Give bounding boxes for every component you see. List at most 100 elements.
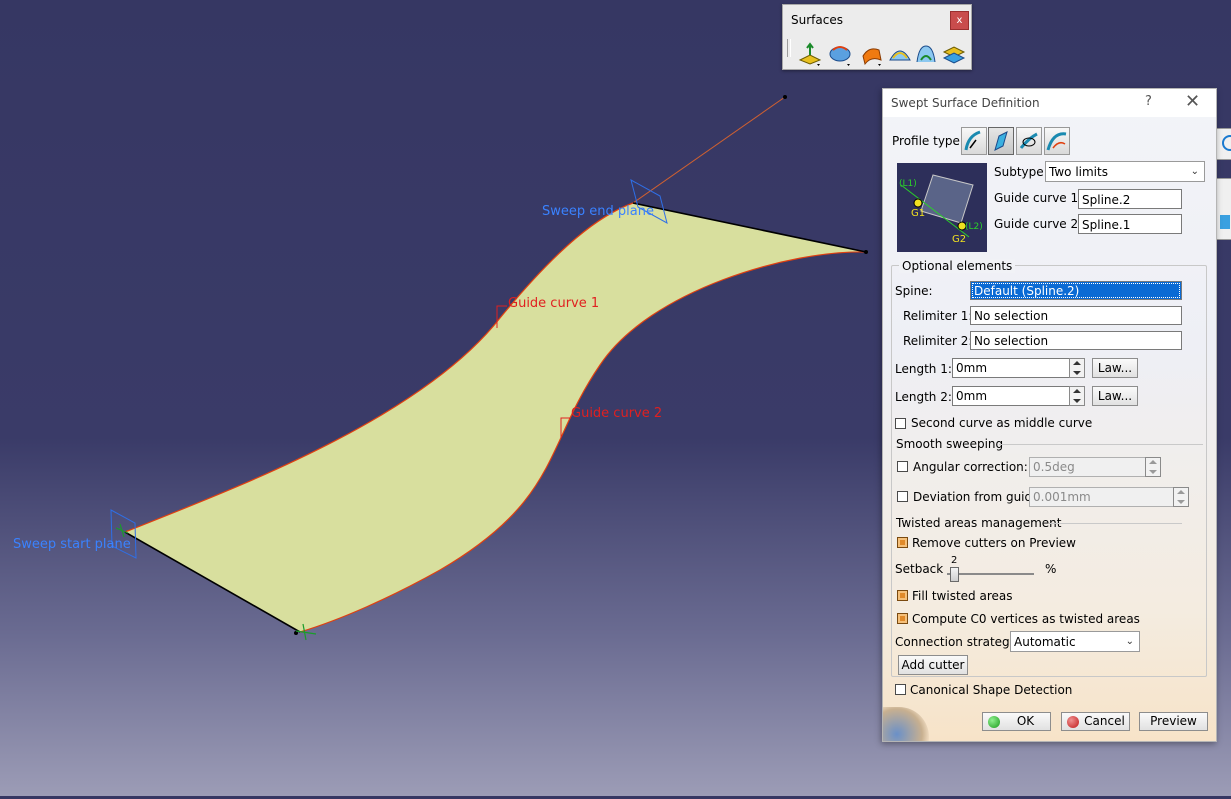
cancel-icon	[1067, 716, 1079, 728]
setback-percent: %	[1045, 562, 1057, 576]
deviation-checkbox[interactable]	[897, 491, 908, 502]
connection-strategy-label: Connection strategy:	[895, 635, 1020, 649]
profile-type-label: Profile type:	[892, 134, 964, 148]
optional-elements-title: Optional elements	[899, 259, 1016, 273]
offset-icon[interactable]	[941, 42, 967, 66]
twisted-areas-separator	[1049, 523, 1182, 524]
spine-label: Spine:	[895, 284, 933, 298]
guide-curve-2-field[interactable]: Spline.1	[1078, 214, 1182, 234]
length-2-field[interactable]: 0mm	[952, 386, 1070, 406]
surfaces-toolbar[interactable]: Surfaces x	[782, 4, 972, 70]
guide-curve-2-field-label: Guide curve 2:	[994, 217, 1083, 231]
chevron-down-icon: ⌄	[1190, 166, 1199, 177]
connection-strategy-value: Automatic	[1014, 635, 1076, 649]
close-button[interactable]: ✕	[1185, 91, 1200, 112]
catia-logo-swirl	[883, 707, 929, 741]
help-button[interactable]: ?	[1145, 94, 1152, 109]
toolbar-close-button[interactable]: x	[950, 11, 969, 30]
remove-cutters-label: Remove cutters on Preview	[912, 536, 1076, 550]
profile-circle-button[interactable]	[1016, 127, 1042, 155]
subtype-preview-image: (L1) (L2) G1 G2	[897, 163, 987, 252]
fill-twisted-label: Fill twisted areas	[912, 589, 1013, 603]
length-1-field[interactable]: 0mm	[952, 358, 1070, 378]
profile-explicit-button[interactable]	[961, 127, 987, 155]
angular-correction-checkbox[interactable]	[897, 461, 908, 472]
deviation-spinner[interactable]	[1173, 487, 1189, 507]
deviation-field[interactable]: 0.001mm	[1029, 487, 1174, 507]
length-1-label: Length 1:	[895, 362, 952, 376]
length-2-law-button[interactable]: Law...	[1092, 386, 1138, 406]
cancel-button[interactable]: Cancel	[1061, 712, 1130, 731]
dialog-title: Swept Surface Definition	[891, 96, 1040, 110]
second-curve-label: Second curve as middle curve	[911, 416, 1093, 430]
compute-c0-label: Compute C0 vertices as twisted areas	[912, 612, 1140, 626]
preview-l2-label: (L2)	[965, 222, 983, 232]
setback-value: 2	[951, 555, 958, 566]
ok-label: OK	[1016, 714, 1035, 728]
end-vertex	[864, 250, 868, 254]
sweep-icon[interactable]	[859, 42, 885, 66]
subtype-select[interactable]: Two limits ⌄	[1045, 161, 1205, 182]
ok-button[interactable]: OK	[982, 712, 1051, 731]
spine-extension-line	[632, 96, 786, 204]
sweep-start-plane-label: Sweep start plane	[13, 537, 131, 552]
preview-l1-label: (L1)	[899, 179, 917, 189]
relimiter-1-label: Relimiter 1:	[903, 309, 973, 323]
partial-toolbar-2[interactable]	[1215, 178, 1231, 240]
add-cutter-button[interactable]: Add cutter	[898, 655, 968, 675]
canonical-shape-label: Canonical Shape Detection	[910, 683, 1073, 697]
partial-toolbar-1[interactable]	[1215, 128, 1231, 160]
length-2-spinner[interactable]	[1069, 386, 1085, 406]
sweep-end-plane-label: Sweep end plane	[542, 204, 654, 219]
swept-surface[interactable]	[125, 203, 866, 632]
second-curve-checkbox[interactable]	[895, 418, 906, 429]
toolbar-title: Surfaces	[791, 13, 843, 27]
preview-button[interactable]: Preview	[1139, 712, 1208, 731]
length-2-label: Length 2:	[895, 390, 952, 404]
guide-curve-2-label: Guide curve 2	[571, 406, 663, 421]
setback-label: Setback	[895, 562, 944, 576]
preview-g2-label: G2	[952, 234, 967, 245]
compute-c0-checkbox[interactable]	[897, 613, 908, 624]
length-1-spinner[interactable]	[1069, 358, 1085, 378]
setback-slider-thumb[interactable]	[950, 567, 960, 582]
fill-icon[interactable]	[887, 42, 913, 66]
swept-surface-dialog[interactable]: Swept Surface Definition ? ✕ Profile typ…	[882, 88, 1217, 742]
profile-conic-button[interactable]	[1044, 127, 1070, 155]
explicit-profile-icon	[964, 130, 981, 151]
twisted-areas-title: Twisted areas management	[896, 516, 1062, 530]
angular-correction-field[interactable]: 0.5deg	[1029, 457, 1146, 477]
guide-curve-1-field-label: Guide curve 1:	[994, 191, 1083, 205]
surface-icon	[1220, 215, 1230, 229]
ok-icon	[988, 716, 1000, 728]
toolbar-grip[interactable]	[787, 39, 791, 57]
angular-correction-label: Angular correction:	[913, 460, 1028, 474]
line-profile-icon	[994, 131, 1008, 151]
subtype-value: Two limits	[1049, 165, 1108, 179]
circle-profile-icon	[1019, 132, 1038, 149]
guide-curve-1-label: Guide curve 1	[508, 296, 600, 311]
smooth-sweeping-title: Smooth sweeping	[896, 437, 1004, 451]
relimiter-1-field[interactable]: No selection	[970, 306, 1182, 325]
preview-g1-label: G1	[911, 208, 926, 219]
blend-icon[interactable]	[913, 42, 939, 66]
relimiter-2-field[interactable]: No selection	[970, 331, 1182, 350]
remove-cutters-checkbox[interactable]	[897, 537, 908, 548]
conic-profile-icon	[1046, 132, 1067, 151]
fill-twisted-checkbox[interactable]	[897, 590, 908, 601]
angular-correction-spinner[interactable]	[1145, 457, 1161, 477]
length-1-law-button[interactable]: Law...	[1092, 358, 1138, 378]
connection-strategy-select[interactable]: Automatic ⌄	[1010, 631, 1140, 652]
revolve-icon[interactable]	[827, 42, 853, 66]
start-marker-icon	[115, 523, 129, 538]
smooth-sweeping-separator	[999, 444, 1203, 445]
profile-line-button[interactable]	[988, 127, 1014, 155]
relimiter-2-label: Relimiter 2:	[903, 334, 973, 348]
setback-slider-track[interactable]	[947, 573, 1034, 575]
chevron-down-icon: ⌄	[1125, 636, 1134, 647]
guide-curve-1-field[interactable]: Spline.2	[1078, 189, 1182, 209]
canonical-shape-checkbox[interactable]	[895, 684, 906, 695]
spine-end-point	[783, 95, 787, 99]
extrude-icon[interactable]	[797, 42, 823, 66]
spine-field[interactable]: Default (Spline.2)	[970, 281, 1182, 300]
